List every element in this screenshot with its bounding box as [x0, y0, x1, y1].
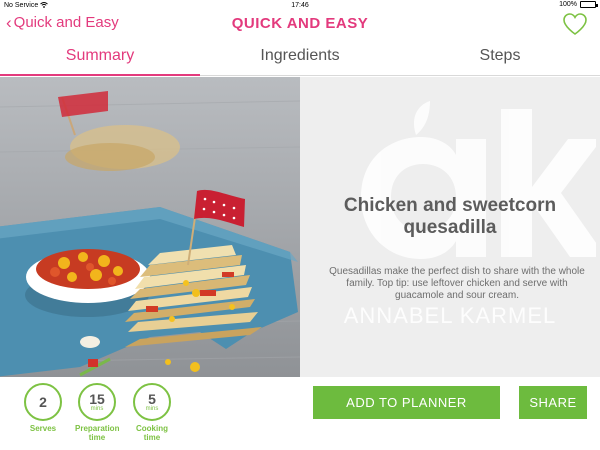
cooking-time-label: Cooking time: [136, 424, 168, 442]
navigation-bar: ‹ Quick and Easy QUICK AND EASY: [0, 12, 600, 38]
tab-summary[interactable]: Summary: [0, 38, 200, 76]
recipe-info-bar: 2 Serves 15 mins Preparation time 5 mins…: [0, 377, 600, 450]
preparation-time-badge: 15 mins: [78, 383, 116, 421]
recipe-summary-panel: ANNABEL KARMEL Chicken and sweetcorn que…: [300, 77, 600, 377]
serves-label: Serves: [29, 424, 57, 433]
cooking-time-unit: mins: [145, 405, 159, 412]
add-to-planner-button[interactable]: ADD TO PLANNER: [313, 386, 500, 419]
serves-stat: 2 Serves: [21, 383, 65, 433]
heart-icon[interactable]: [562, 12, 588, 36]
tab-ingredients[interactable]: Ingredients: [200, 38, 400, 75]
cooking-time-badge: 5 mins: [133, 383, 171, 421]
clock: 17:46: [291, 2, 309, 9]
serves-value: 2: [39, 394, 47, 410]
recipe-photo: [0, 77, 300, 377]
page-title: QUICK AND EASY: [231, 15, 369, 32]
annabel-karmel-logo-watermark: [361, 101, 596, 259]
battery-status: 100%: [559, 1, 598, 8]
tab-steps[interactable]: Steps: [400, 38, 600, 75]
preparation-time-unit: mins: [90, 405, 104, 412]
preparation-time-value: 15: [89, 390, 105, 407]
share-button[interactable]: SHARE: [519, 386, 587, 419]
battery-percent: 100%: [559, 1, 577, 8]
status-bar: No Service 17:46 100%: [0, 0, 600, 12]
recipe-description: Quesadillas make the perfect dish to sha…: [329, 266, 585, 301]
preparation-time-stat: 15 mins Preparation time: [75, 383, 119, 442]
recipe-screen: No Service 17:46 100% ‹ Quick and Easy Q…: [0, 0, 600, 450]
tab-bar: Summary Ingredients Steps: [0, 38, 600, 76]
brand-watermark-text: ANNABEL KARMEL: [343, 303, 557, 328]
serves-badge: 2: [24, 383, 62, 421]
battery-icon: [580, 1, 598, 8]
cooking-time-value: 5: [148, 390, 156, 407]
cooking-time-stat: 5 mins Cooking time: [130, 383, 174, 442]
preparation-time-label: Preparation time: [75, 424, 120, 442]
recipe-title: Chicken and sweetcorn quesadilla: [343, 195, 557, 238]
